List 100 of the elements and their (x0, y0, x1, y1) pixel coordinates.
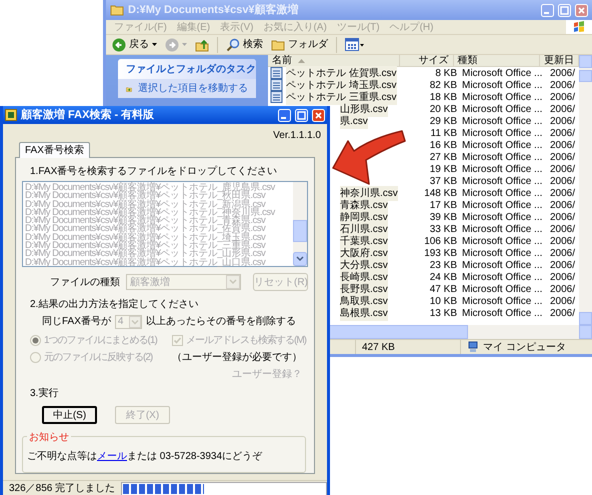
notice-text: ご不明な点等はメールまたは 03-5728-3934にどうぞ (27, 450, 264, 464)
app-icon (5, 109, 17, 121)
file-size: 193 KB (423, 246, 457, 260)
sort-icon (298, 58, 305, 62)
file-size: 10 KB (428, 294, 457, 308)
column-header[interactable]: 種類 (454, 55, 540, 66)
toolbar-button[interactable]: 検索 (243, 37, 263, 52)
registration-note: （ユーザー登録が必要です） (172, 350, 303, 365)
file-type: Microsoft Office ... (461, 270, 544, 284)
file-type: Microsoft Office ... (461, 90, 544, 104)
status-size: 427 KB (362, 340, 395, 354)
section-label: 1.FAX番号を検索するファイルをドロップしてください (29, 164, 278, 179)
tab[interactable]: FAX番号検索 (19, 142, 90, 158)
file-size: 29 KB (428, 114, 457, 128)
file-type: Microsoft Office ... (461, 150, 544, 164)
maximize-button[interactable] (295, 108, 308, 122)
toolbar-button[interactable]: フォルダ (288, 37, 328, 52)
window-title: D:¥My Documents¥csv¥顧客激増 (128, 2, 299, 18)
folder-icon[interactable] (271, 38, 285, 52)
file-date: 2006/ (549, 90, 576, 104)
file-date: 2006/ (549, 258, 576, 272)
file-size: 27 KB (428, 150, 457, 164)
search-icon[interactable] (226, 38, 240, 52)
file-type: Microsoft Office ... (461, 162, 544, 176)
forward-icon[interactable] (165, 38, 179, 52)
file-date: 2006/ (549, 186, 576, 200)
file-date: 2006/ (549, 210, 576, 224)
vertical-scrollbar[interactable] (579, 55, 592, 325)
toolbar-button[interactable]: 戻る (129, 37, 149, 52)
file-type: Microsoft Office ... (461, 66, 544, 80)
file-type: Microsoft Office ... (461, 138, 544, 152)
maximize-button[interactable] (558, 4, 571, 16)
caret-icon[interactable] (152, 43, 157, 46)
file-date: 2006/ (549, 78, 576, 92)
file-type: Microsoft Office ... (461, 258, 544, 272)
file-date: 2006/ (549, 114, 576, 128)
file-size: 8 KB (434, 66, 457, 80)
file-size: 19 KB (428, 162, 457, 176)
status-text: 326／856 完了しました (9, 482, 115, 495)
file-size: 23 KB (428, 258, 457, 272)
file-name[interactable]: 島根県.csv (340, 306, 388, 320)
file-date: 2006/ (549, 282, 576, 296)
email-link[interactable]: メール (97, 451, 127, 462)
column-header[interactable]: サイズ (400, 55, 454, 66)
file-date: 2006/ (549, 138, 576, 152)
file-type: Microsoft Office ... (461, 126, 544, 140)
dialog-title: 顧客激増 FAX検索 - 有料版 (21, 107, 154, 123)
section-label: 2.結果の出力方法を指定してください (29, 298, 200, 312)
task-link[interactable]: 選択した項目を移動する (138, 81, 248, 96)
file-name[interactable]: 県.csv (340, 114, 368, 128)
file-type: Microsoft Office ... (461, 114, 544, 128)
field-label: 以上あったらその番号を削除する (146, 314, 296, 329)
version-label: Ver.1.1.1.0 (273, 129, 321, 142)
computer-icon (467, 341, 479, 353)
file-date: 2006/ (549, 198, 576, 212)
back-icon[interactable] (112, 38, 126, 52)
file-size: 18 KB (428, 90, 457, 104)
file-type: Microsoft Office ... (461, 78, 544, 92)
flag-logo-icon (566, 20, 592, 34)
file-type: Microsoft Office ... (461, 186, 544, 200)
file-size: 24 KB (428, 270, 457, 284)
section-label: 3.実行 (29, 386, 60, 401)
file-size: 16 KB (428, 138, 457, 152)
task-panel-title: ファイルとフォルダのタスク (126, 62, 256, 76)
grid-view-icon[interactable] (345, 38, 365, 52)
file-date: 2006/ (549, 162, 576, 176)
file-type: Microsoft Office ... (461, 222, 544, 236)
file-type: Microsoft Office ... (461, 210, 544, 224)
file-date: 2006/ (549, 174, 576, 188)
close-button[interactable] (575, 4, 588, 16)
field-label: 同じFAX番号が (42, 314, 111, 329)
file-size: 33 KB (428, 222, 457, 236)
folder-icon (110, 4, 124, 16)
file-date: 2006/ (549, 234, 576, 248)
file-type: Microsoft Office ... (461, 246, 544, 260)
file-size: 37 KB (428, 174, 457, 188)
file-size: 106 KB (423, 234, 457, 248)
file-type: Microsoft Office ... (461, 306, 544, 320)
field-label: ファイルの種類 (50, 276, 120, 290)
file-type: Microsoft Office ... (461, 294, 544, 308)
file-size: 82 KB (428, 78, 457, 92)
file-size: 13 KB (428, 306, 457, 320)
folder-up-icon[interactable] (195, 38, 209, 52)
file-date: 2006/ (549, 270, 576, 284)
file-date: 2006/ (549, 66, 576, 80)
action-button[interactable]: 中止(S) (42, 406, 97, 424)
file-type: Microsoft Office ... (461, 102, 544, 116)
minimize-button[interactable] (541, 4, 554, 16)
file-type: Microsoft Office ... (461, 198, 544, 212)
file-size: 39 KB (428, 210, 457, 224)
close-button[interactable] (312, 108, 325, 122)
file-size: 20 KB (428, 102, 457, 116)
file-date: 2006/ (549, 306, 576, 320)
file-type: Microsoft Office ... (461, 234, 544, 248)
file-date: 2006/ (549, 294, 576, 308)
file-type: Microsoft Office ... (461, 282, 544, 296)
minimize-button[interactable] (278, 108, 291, 122)
file-date: 2006/ (549, 222, 576, 236)
file-date: 2006/ (549, 126, 576, 140)
file-size: 11 KB (430, 126, 457, 140)
